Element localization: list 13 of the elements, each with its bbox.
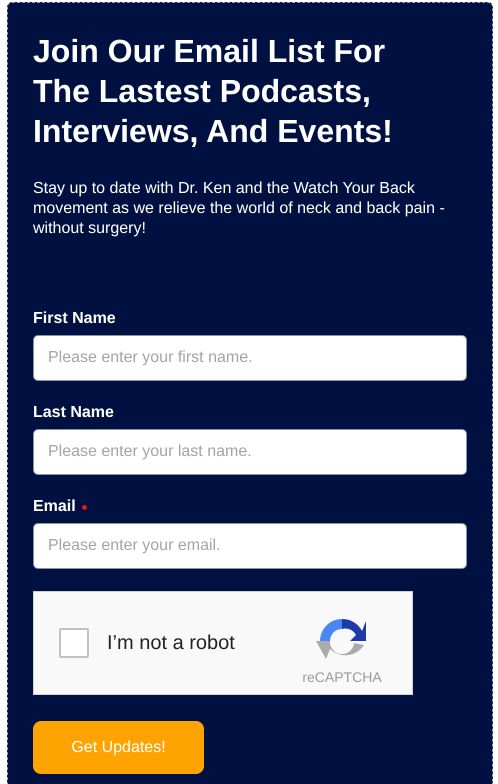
text-field[interactable]: Please enter your email. bbox=[33, 523, 467, 569]
text-field[interactable]: Please enter your first name. bbox=[33, 335, 467, 381]
field-label: Email bbox=[33, 498, 76, 516]
captcha-brand: reCAPTCHA bbox=[302, 669, 382, 685]
captcha-checkbox[interactable] bbox=[59, 628, 89, 658]
field-label: First Name bbox=[33, 310, 116, 328]
submit-button[interactable]: Get Updates! bbox=[33, 721, 204, 774]
captcha-label: I’m not a robot bbox=[107, 632, 236, 654]
form-description: Stay up to date with Dr. Ken and the Watch Your Back movement as we relieve the world of neck and back pain - without surgery! bbox=[33, 179, 446, 239]
form-heading: Join Our Email List For The Lastest Podcasts, Interviews, And Events! bbox=[33, 32, 394, 151]
field-label: Last Name bbox=[33, 404, 114, 422]
required-dot bbox=[82, 504, 87, 510]
text-field[interactable]: Please enter your last name. bbox=[33, 429, 467, 475]
